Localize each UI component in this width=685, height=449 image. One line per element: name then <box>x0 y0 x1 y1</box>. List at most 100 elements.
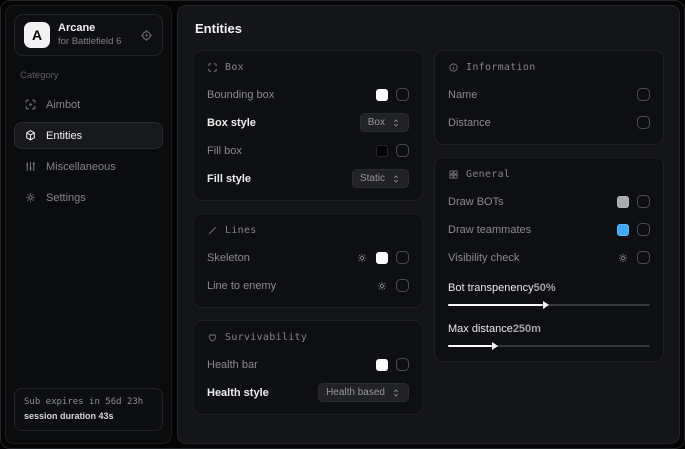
information-card: Information Name Distance <box>434 50 664 145</box>
chevron-up-down-icon <box>391 388 401 398</box>
target-icon[interactable] <box>140 29 153 42</box>
chevron-up-down-icon <box>391 174 401 184</box>
distance-label: Distance <box>448 117 637 129</box>
box-style-label: Box style <box>207 117 360 129</box>
sub-expires-text: Sub expires in 56d 23h <box>24 396 153 410</box>
bounding-box-checkbox[interactable] <box>396 88 409 101</box>
info-circle-icon <box>448 62 459 73</box>
max-distance-slider[interactable] <box>448 342 650 350</box>
fill-style-row: Fill style Static <box>207 168 409 189</box>
skeleton-checkbox[interactable] <box>396 251 409 264</box>
app-header-card: A Arcane for Battlefield 6 <box>14 14 163 56</box>
max-distance-value: 250m <box>513 323 541 335</box>
draw-bots-row: Draw BOTs <box>448 191 650 212</box>
sidebar-item-label: Entities <box>46 130 82 142</box>
line-to-enemy-label: Line to enemy <box>207 280 376 292</box>
health-style-dropdown[interactable]: Health based <box>318 383 409 402</box>
health-style-label: Health style <box>207 387 318 399</box>
grid-icon <box>448 169 459 180</box>
general-card-header: General <box>448 169 650 180</box>
max-distance-label: Max distance <box>448 323 513 335</box>
box-card: Box Bounding box Box style Box <box>193 50 423 201</box>
name-row: Name <box>448 84 650 105</box>
bot-transpenency-slider[interactable] <box>448 301 650 309</box>
arcane-window: { "app": { "name": "Arcane", "subtitle":… <box>0 0 685 449</box>
app-subtitle: for Battlefield 6 <box>58 36 132 48</box>
line-to-enemy-row: Line to enemy <box>207 275 409 296</box>
cube-icon <box>24 129 37 142</box>
draw-bots-checkbox[interactable] <box>637 195 650 208</box>
right-column: Information Name Distance <box>434 50 664 362</box>
information-card-title: Information <box>466 62 536 73</box>
left-column: Box Bounding box Box style Box <box>193 50 423 415</box>
session-duration-text: session duration 43s <box>24 410 153 424</box>
lines-card-header: Lines <box>207 225 409 236</box>
fill-box-checkbox[interactable] <box>396 144 409 157</box>
box-card-title: Box <box>225 62 244 73</box>
bot-transpenency-value: 50% <box>534 282 556 294</box>
page-title: Entities <box>195 21 664 36</box>
fill-style-dropdown[interactable]: Static <box>352 169 409 188</box>
survivability-card-title: Survivability <box>225 332 307 343</box>
draw-teammates-color-swatch[interactable] <box>617 224 629 236</box>
fill-box-label: Fill box <box>207 145 376 157</box>
app-name: Arcane <box>58 22 132 36</box>
category-label: Category <box>20 70 157 81</box>
health-bar-checkbox[interactable] <box>396 358 409 371</box>
sidebar-item-miscellaneous[interactable]: Miscellaneous <box>14 153 163 180</box>
gear-icon <box>24 191 37 204</box>
fill-box-row: Fill box <box>207 140 409 161</box>
gear-icon[interactable] <box>617 252 629 264</box>
visibility-check-checkbox[interactable] <box>637 251 650 264</box>
line-to-enemy-checkbox[interactable] <box>396 279 409 292</box>
gear-icon[interactable] <box>356 252 368 264</box>
app-header-text: Arcane for Battlefield 6 <box>58 22 132 48</box>
distance-checkbox[interactable] <box>637 116 650 129</box>
survivability-card-header: Survivability <box>207 332 409 343</box>
sliders-icon <box>24 160 37 173</box>
app-logo: A <box>24 22 50 48</box>
draw-bots-color-swatch[interactable] <box>617 196 629 208</box>
box-style-value: Box <box>368 117 385 128</box>
draw-teammates-checkbox[interactable] <box>637 223 650 236</box>
draw-teammates-label: Draw teammates <box>448 224 617 236</box>
box-card-header: Box <box>207 62 409 73</box>
sidebar-item-aimbot[interactable]: Aimbot <box>14 91 163 118</box>
slider-fill <box>448 345 492 347</box>
bounding-box-row: Bounding box <box>207 84 409 105</box>
general-card-title: General <box>466 169 510 180</box>
gear-icon[interactable] <box>376 280 388 292</box>
lines-card: Lines Skeleton <box>193 213 423 308</box>
chevron-up-down-icon <box>391 118 401 128</box>
name-label: Name <box>448 89 637 101</box>
heart-icon <box>207 332 218 343</box>
bounding-box-color-swatch[interactable] <box>376 89 388 101</box>
bot-transpenency-group: Bot transpenency 50% <box>448 279 650 309</box>
skeleton-label: Skeleton <box>207 252 356 264</box>
health-style-row: Health style Health based <box>207 382 409 403</box>
health-bar-label: Health bar <box>207 359 376 371</box>
fill-style-value: Static <box>360 173 385 184</box>
sidebar-item-label: Settings <box>46 192 86 204</box>
survivability-card: Survivability Health bar Health style He… <box>193 320 423 415</box>
sidebar-item-label: Miscellaneous <box>46 161 116 173</box>
draw-teammates-row: Draw teammates <box>448 219 650 240</box>
lines-card-title: Lines <box>225 225 257 236</box>
max-distance-group: Max distance 250m <box>448 320 650 350</box>
sidebar-item-settings[interactable]: Settings <box>14 184 163 211</box>
health-bar-color-swatch[interactable] <box>376 359 388 371</box>
box-style-dropdown[interactable]: Box <box>360 113 409 132</box>
sidebar: A Arcane for Battlefield 6 Category Aimb… <box>5 5 172 444</box>
general-card: General Draw BOTs Draw teammates <box>434 157 664 362</box>
sidebar-item-label: Aimbot <box>46 99 80 111</box>
bounding-box-label: Bounding box <box>207 89 376 101</box>
skeleton-color-swatch[interactable] <box>376 252 388 264</box>
visibility-check-row: Visibility check <box>448 247 650 268</box>
name-checkbox[interactable] <box>637 88 650 101</box>
pencil-line-icon <box>207 225 218 236</box>
fill-style-label: Fill style <box>207 173 352 185</box>
fill-box-color-swatch[interactable] <box>376 145 388 157</box>
subscription-info-card: Sub expires in 56d 23h session duration … <box>14 388 163 431</box>
box-style-row: Box style Box <box>207 112 409 133</box>
sidebar-item-entities[interactable]: Entities <box>14 122 163 149</box>
